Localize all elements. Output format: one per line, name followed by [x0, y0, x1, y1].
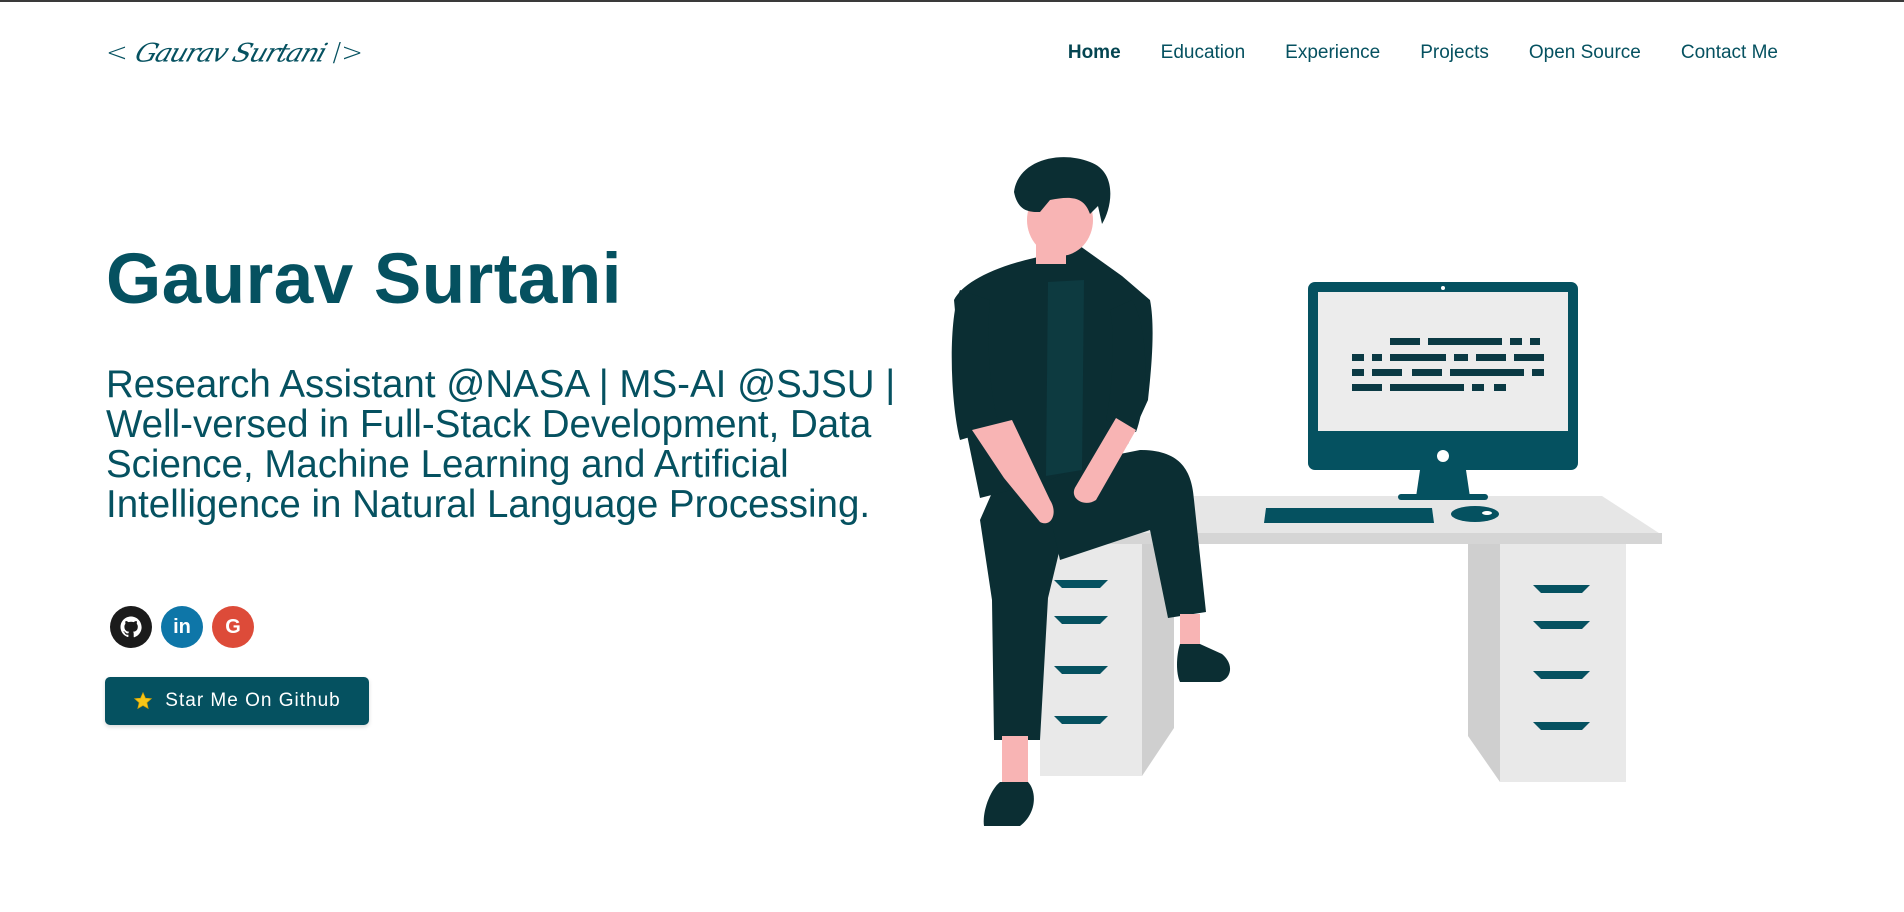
logo-signature: Gaurav Surtani	[131, 38, 330, 68]
social-links: in G	[110, 606, 254, 648]
google-link[interactable]: G	[212, 606, 254, 648]
desk	[1040, 496, 1662, 782]
nav-contact-me[interactable]: Contact Me	[1681, 42, 1778, 64]
nav-education[interactable]: Education	[1161, 42, 1246, 64]
nav-experience[interactable]: Experience	[1285, 42, 1380, 64]
google-icon: G	[225, 615, 241, 638]
mouse	[1451, 506, 1499, 522]
github-icon	[119, 615, 143, 639]
linkedin-icon: in	[173, 615, 191, 638]
developer-illustration	[951, 157, 1662, 826]
nav-open-source[interactable]: Open Source	[1529, 42, 1641, 64]
top-border	[0, 0, 1904, 2]
logo[interactable]: < Gaurav Surtani />	[106, 30, 363, 76]
star-icon	[133, 691, 153, 711]
hero-subtitle: Research Assistant @NASA | MS-AI @SJSU |…	[106, 363, 896, 526]
logo-open-bracket: <	[106, 38, 128, 68]
star-on-github-button[interactable]: Star Me On Github	[105, 677, 369, 725]
star-button-label: Star Me On Github	[165, 690, 341, 711]
monitor	[1308, 282, 1578, 500]
hero-title: Gaurav Surtani	[106, 240, 622, 319]
main-nav: Home Education Experience Projects Open …	[1068, 42, 1778, 64]
linkedin-link[interactable]: in	[161, 606, 203, 648]
keyboard	[1264, 508, 1434, 523]
nav-home[interactable]: Home	[1068, 42, 1121, 64]
logo-close-bracket: />	[332, 38, 364, 68]
github-link[interactable]	[110, 606, 152, 648]
nav-projects[interactable]: Projects	[1420, 42, 1489, 64]
